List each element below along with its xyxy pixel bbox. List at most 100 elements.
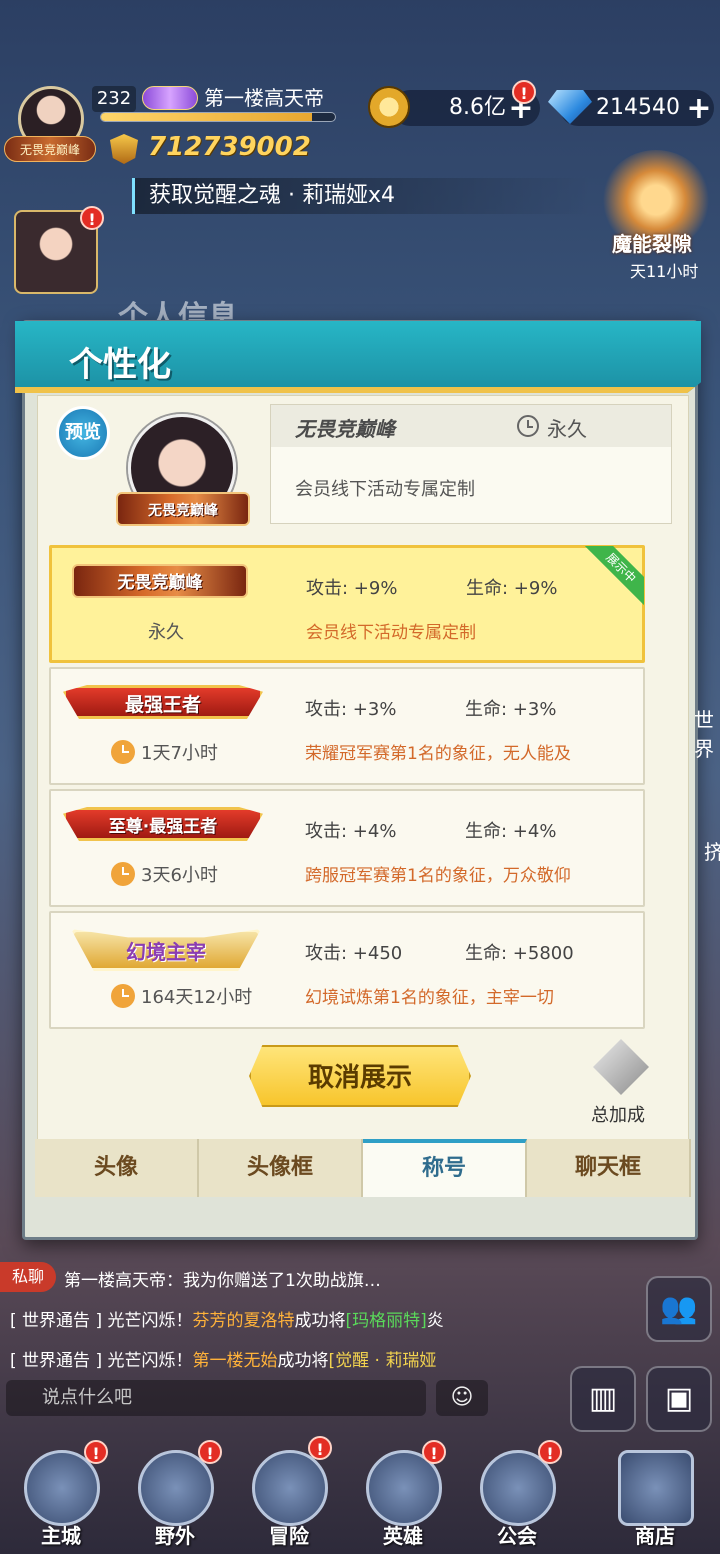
avatar-title-tag: 无畏竞巅峰 [4,136,96,162]
announcement-prefix: [ 世界通告 ] 光芒闪烁！ [10,1351,193,1371]
title-description: 幻境试炼第1名的象征，主宰一切 [305,988,554,1008]
personalize-tabs: 头像 头像框 称号 聊天框 [35,1139,691,1197]
title-badge: 至尊·最强王者 [63,807,263,841]
nav-shop[interactable]: 商店 [600,1440,710,1554]
title-badge-wrap: 至尊·最强王者 [63,807,271,841]
nav-alert-badge: ! [308,1436,332,1460]
tab-chat-frame[interactable]: 聊天框 [527,1139,691,1197]
nav-label: 野外 [155,1524,195,1548]
title-duration: 1天7小时 [141,743,218,764]
selected-title-description: 会员线下活动专属定制 [295,479,475,500]
sword-icon [252,1450,328,1526]
gold-coin-icon [368,86,410,128]
title-hp-bonus: 生命: +5800 [465,943,574,964]
selected-title-name: 无畏竞巅峰 [295,417,395,441]
announcement-prefix: [ 世界通告 ] 光芒闪烁！ [10,1311,193,1331]
tab-avatar-frame[interactable]: 头像框 [199,1139,363,1197]
title-description: 跨服冠军赛第1名的象征，万众敬仰 [305,866,571,886]
announcement-tail: 炎 [426,1311,444,1331]
title-row-supreme-king[interactable]: 至尊·最强王者 3天6小时 攻击: +4% 生命: +4% 跨服冠军赛第1名的象… [49,789,645,907]
title-hp-bonus: 生命: +3% [465,699,557,720]
preview-badge: 预览 [56,406,110,460]
title-row-fearless[interactable]: 无畏竞巅峰 永久 攻击: +9% 生命: +9% 会员线下活动专属定制 展示中 [49,545,645,663]
announcement-mid: 成功将 [294,1311,346,1331]
side-label-partial: 挤 [704,840,720,864]
backpack-icon[interactable]: ▣ [646,1366,712,1432]
side-label-world: 世界 [694,708,714,761]
title-badge: 幻境主宰 [71,929,261,971]
title-badge-wrap: 幻境主宰 [71,929,271,971]
event-timer: 天11小时 [630,262,699,281]
nav-label: 公会 [497,1524,537,1548]
gold-alert-badge: ! [512,80,536,104]
bottom-nav: 主城 野外 冒险 英雄 公会 商店 ! ! ! ! ! [0,1436,720,1554]
title-duration: 永久 [148,622,184,643]
title-attack-bonus: 攻击: +9% [306,578,398,599]
nav-alert-badge: ! [538,1440,562,1464]
vip-badge-icon[interactable] [142,86,198,110]
player-level: 232 [92,86,136,112]
announcement-item: [觉醒 · 莉瑞娅 [328,1351,437,1371]
title-list[interactable]: 无畏竞巅峰 永久 攻击: +9% 生命: +9% 会员线下活动专属定制 展示中 … [49,545,653,1029]
nav-alert-badge: ! [84,1440,108,1464]
title-attack-bonus: 攻击: +450 [305,943,403,964]
title-description: 荣耀冠军赛第1名的象征，无人能及 [305,744,571,764]
title-badge-wrap: 最强王者 [63,685,271,719]
title-attack-bonus: 攻击: +4% [305,821,397,842]
private-chat-button[interactable]: 私聊 [0,1262,56,1292]
title-duration-row: 1天7小时 [111,739,218,765]
title-row-dream-master[interactable]: 幻境主宰 164天12小时 攻击: +450 生命: +5800 幻境试炼第1名… [49,911,645,1029]
nav-label: 英雄 [383,1524,423,1548]
title-attack-bonus: 攻击: +3% [305,699,397,720]
title-hp-bonus: 生命: +4% [465,821,557,842]
nav-alert-badge: ! [422,1440,446,1464]
title-duration-row: 3天6小时 [111,861,218,887]
add-gems-button[interactable]: + [686,94,712,124]
title-hp-bonus: 生命: +9% [466,578,558,599]
showing-ribbon: 展示中 [584,546,644,606]
clock-icon [111,984,135,1008]
cancel-display-button[interactable]: 取消展示 [249,1045,471,1107]
event-name: 魔能裂隙 [612,232,692,256]
player-name: 第一楼高天帝 [204,86,324,110]
chat-input[interactable]: 说点什么吧 [6,1380,426,1416]
total-bonus-label: 总加成 [591,1105,645,1126]
reward-ticker: 获取觉醒之魂 · 莉瑞娅x4 [132,178,592,214]
nav-label: 主城 [41,1524,81,1548]
xp-bar [100,112,336,122]
tab-avatar[interactable]: 头像 [35,1139,199,1197]
selected-title-info: 无畏竞巅峰 永久 会员线下活动专属定制 [270,404,672,524]
top-hud: 无畏竞巅峰 232 第一楼高天帝 712739002 8.6亿 + ! 2145… [0,0,720,335]
personalize-dialog: 个性化 预览 无畏竞巅峰 无畏竞巅峰 永久 会员线下活动专属定制 无畏竞巅峰 永… [15,320,701,1240]
title-duration: 3天6小时 [141,865,218,886]
chat-line-announcement-1: [ 世界通告 ] 光芒闪烁！芬芳的夏洛特成功将[玛格丽特]炎 [10,1306,490,1331]
tab-title[interactable]: 称号 [363,1139,527,1197]
ranking-icon[interactable]: ▥ [570,1366,636,1432]
nav-label: 商店 [635,1524,675,1548]
announcement-item: [玛格丽特] [345,1311,427,1331]
showing-ribbon-label: 展示中 [584,546,644,606]
emoji-button[interactable]: ☺ [436,1380,488,1416]
announcement-player: 第一楼无始 [192,1351,278,1371]
title-row-strongest-king[interactable]: 最强王者 1天7小时 攻击: +3% 生命: +3% 荣耀冠军赛第1名的象征，无… [49,667,645,785]
nav-label: 冒险 [269,1524,309,1548]
power-value: 712739002 [148,132,311,162]
title-duration: 164天12小时 [141,987,253,1008]
hero-alert-badge: ! [80,206,104,230]
dialog-title: 个性化 [69,345,171,385]
title-description: 会员线下活动专属定制 [306,623,476,643]
title-duration-row: 164天12小时 [111,983,252,1009]
chat-line-gift: 第一楼高天帝：我为你赠送了1次助战旗… [64,1271,381,1291]
xp-bar-fill [101,113,312,121]
clock-icon [111,862,135,886]
friends-icon[interactable]: 👥 [646,1276,712,1342]
title-badge: 最强王者 [63,685,263,719]
nav-alert-badge: ! [198,1440,222,1464]
title-badge: 无畏竞巅峰 [72,564,248,598]
clock-icon [111,740,135,764]
shop-icon [618,1450,694,1526]
announcement-player: 芬芳的夏洛特 [192,1311,295,1331]
power-shield-icon [110,134,138,164]
preview-title-badge: 无畏竞巅峰 [116,492,250,526]
selected-title-duration: 永久 [547,417,587,441]
